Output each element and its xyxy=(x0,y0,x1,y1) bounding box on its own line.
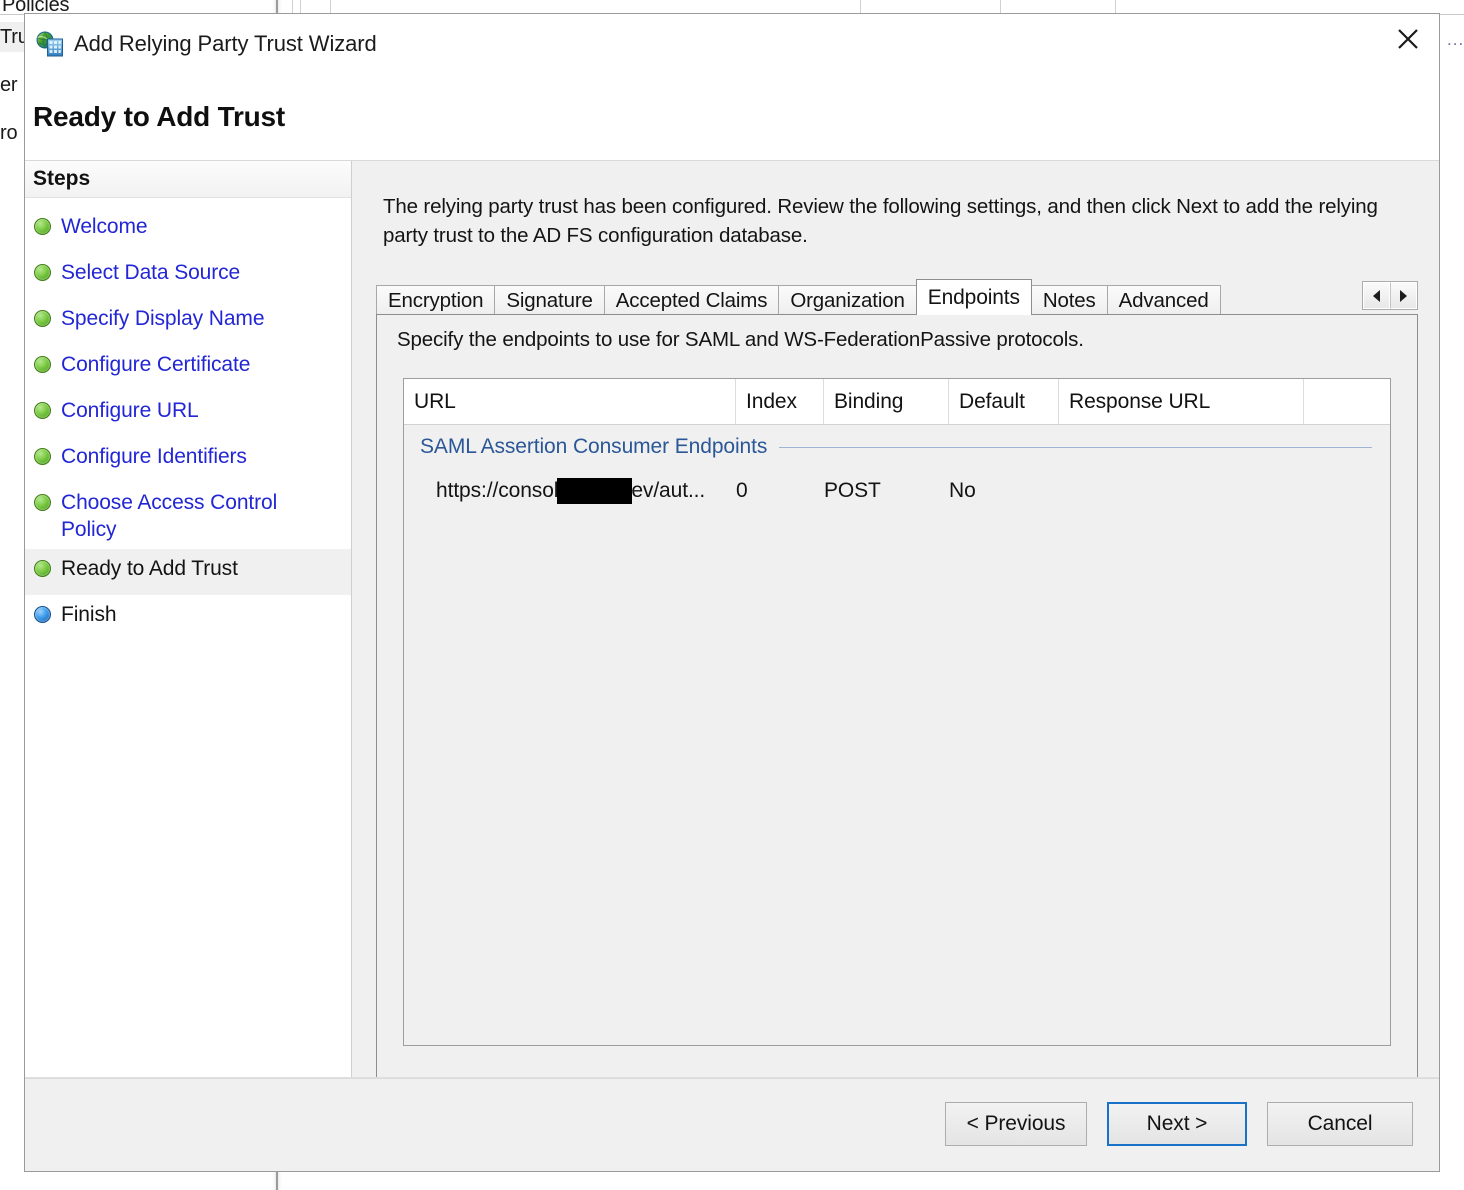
sidebar-item-configure-url[interactable]: Configure URL xyxy=(25,391,351,437)
background-column-separator xyxy=(1115,0,1116,14)
tab-accepted-claims[interactable]: Accepted Claims xyxy=(603,285,780,315)
chevron-left-icon[interactable] xyxy=(1363,282,1390,309)
step-status-icon xyxy=(34,448,51,465)
tab-label: Encryption xyxy=(388,288,484,312)
sidebar-item-ready-to-add-trust[interactable]: Ready to Add Trust xyxy=(25,549,351,595)
background-overflow-indicator: ... xyxy=(1447,30,1464,49)
cancel-button[interactable]: Cancel xyxy=(1267,1102,1413,1146)
column-header-response-url[interactable]: Response URL xyxy=(1059,379,1304,424)
background-column-separator xyxy=(1000,0,1001,14)
tab-label: Signature xyxy=(506,288,593,312)
cell-default: No xyxy=(949,479,976,502)
next-button[interactable]: Next > xyxy=(1107,1102,1247,1146)
sidebar-item-label: Choose Access Control Policy xyxy=(61,491,278,541)
listview-group-header: SAML Assertion Consumer Endpoints xyxy=(404,425,1390,469)
dialog-title: Add Relying Party Trust Wizard xyxy=(74,31,377,56)
tab-page-description: Specify the endpoints to use for SAML an… xyxy=(397,328,1084,351)
column-header-default[interactable]: Default xyxy=(949,379,1059,424)
tab-notes[interactable]: Notes xyxy=(1030,285,1108,315)
dialog-titlebar: Add Relying Party Trust Wizard xyxy=(25,14,1439,74)
step-status-icon xyxy=(34,560,51,577)
listview-header-row: URL Index Binding Default Response URL xyxy=(404,379,1390,425)
close-icon[interactable] xyxy=(1377,14,1439,64)
step-status-icon xyxy=(34,264,51,281)
sidebar-item-label: Ready to Add Trust xyxy=(61,557,238,580)
tab-label: Advanced xyxy=(1118,288,1209,312)
tab-encryption[interactable]: Encryption xyxy=(376,285,496,315)
dialog-button-bar: < Previous Next > Cancel xyxy=(25,1078,1439,1171)
column-header-spacer[interactable] xyxy=(1304,379,1390,424)
tab-page-endpoints: Specify the endpoints to use for SAML an… xyxy=(376,314,1418,1171)
cell-index: 0 xyxy=(736,479,748,502)
sidebar-item-label: Configure Certificate xyxy=(61,353,251,376)
sidebar-item-label: Specify Display Name xyxy=(61,307,265,330)
tab-label: Endpoints xyxy=(927,285,1020,309)
tab-organization[interactable]: Organization xyxy=(778,285,917,315)
relying-party-trust-icon xyxy=(36,31,64,57)
step-status-icon xyxy=(34,494,51,511)
bg-er-label: er xyxy=(0,74,18,96)
tab-scroll-spinner xyxy=(1362,281,1418,310)
sidebar-item-label: Welcome xyxy=(61,215,148,238)
step-status-icon xyxy=(34,606,51,623)
step-status-icon xyxy=(34,218,51,235)
tab-strip: Encryption Signature Accepted Claims Org… xyxy=(376,279,1418,315)
sidebar-item-specify-display-name[interactable]: Specify Display Name xyxy=(25,299,351,345)
redaction-block xyxy=(557,478,633,504)
sidebar-item-label: Configure URL xyxy=(61,399,199,422)
url-prefix: https://consol xyxy=(436,479,559,502)
step-status-icon xyxy=(34,310,51,327)
sidebar-item-select-data-source[interactable]: Select Data Source xyxy=(25,253,351,299)
page-title: Ready to Add Trust xyxy=(33,101,286,132)
tab-label: Accepted Claims xyxy=(615,288,768,312)
cell-url: https://consol ev/aut... xyxy=(404,478,736,504)
dialog-header: Ready to Add Trust xyxy=(25,74,1439,161)
endpoints-listview[interactable]: URL Index Binding Default Response URL S… xyxy=(403,378,1391,1046)
dialog-body: Steps Welcome Select Data Source Specify… xyxy=(25,161,1439,1171)
url-suffix: ev/aut... xyxy=(631,479,706,502)
intro-text: The relying party trust has been configu… xyxy=(383,195,1378,247)
bg-ro-label: ro xyxy=(0,122,18,144)
step-status-icon xyxy=(34,402,51,419)
settings-tab-control: Encryption Signature Accepted Claims Org… xyxy=(376,279,1418,1171)
steps-list: Welcome Select Data Source Specify Displ… xyxy=(25,198,351,641)
tab-signature[interactable]: Signature xyxy=(494,285,605,315)
group-title: SAML Assertion Consumer Endpoints xyxy=(420,435,768,458)
tab-list: Encryption Signature Accepted Claims Org… xyxy=(376,279,1221,315)
tab-advanced[interactable]: Advanced xyxy=(1106,285,1221,315)
previous-button[interactable]: < Previous xyxy=(945,1102,1087,1146)
sidebar-item-label: Finish xyxy=(61,603,117,626)
steps-header: Steps xyxy=(25,161,351,198)
cell-binding: POST xyxy=(824,479,881,502)
background-column-separator xyxy=(300,0,301,14)
background-column-separator xyxy=(860,0,861,14)
sidebar-item-label: Select Data Source xyxy=(61,261,241,284)
sidebar-item-label: Configure Identifiers xyxy=(61,445,247,468)
add-relying-party-trust-wizard-dialog: Add Relying Party Trust Wizard Ready to … xyxy=(24,13,1440,1172)
steps-header-label: Steps xyxy=(33,167,91,190)
column-header-index[interactable]: Index xyxy=(736,379,824,424)
background-column-separator xyxy=(292,0,293,14)
sidebar-item-welcome[interactable]: Welcome xyxy=(25,207,351,253)
tab-endpoints[interactable]: Endpoints xyxy=(915,279,1032,315)
background-column-separator xyxy=(330,0,331,14)
chevron-right-icon[interactable] xyxy=(1390,282,1417,309)
tab-label: Notes xyxy=(1042,288,1096,312)
sidebar-item-finish[interactable]: Finish xyxy=(25,595,351,641)
sidebar-item-choose-access-control-policy[interactable]: Choose Access Control Policy xyxy=(25,483,351,549)
content-pane: The relying party trust has been configu… xyxy=(352,161,1439,1171)
column-header-url[interactable]: URL xyxy=(404,379,736,424)
tab-label: Organization xyxy=(790,288,905,312)
sidebar-item-configure-identifiers[interactable]: Configure Identifiers xyxy=(25,437,351,483)
group-divider xyxy=(779,446,1372,448)
step-status-icon xyxy=(34,356,51,373)
steps-sidebar: Steps Welcome Select Data Source Specify… xyxy=(25,161,352,1171)
column-header-binding[interactable]: Binding xyxy=(824,379,949,424)
sidebar-item-configure-certificate[interactable]: Configure Certificate xyxy=(25,345,351,391)
table-row[interactable]: https://consol ev/aut... 0 POST No xyxy=(404,469,1390,513)
